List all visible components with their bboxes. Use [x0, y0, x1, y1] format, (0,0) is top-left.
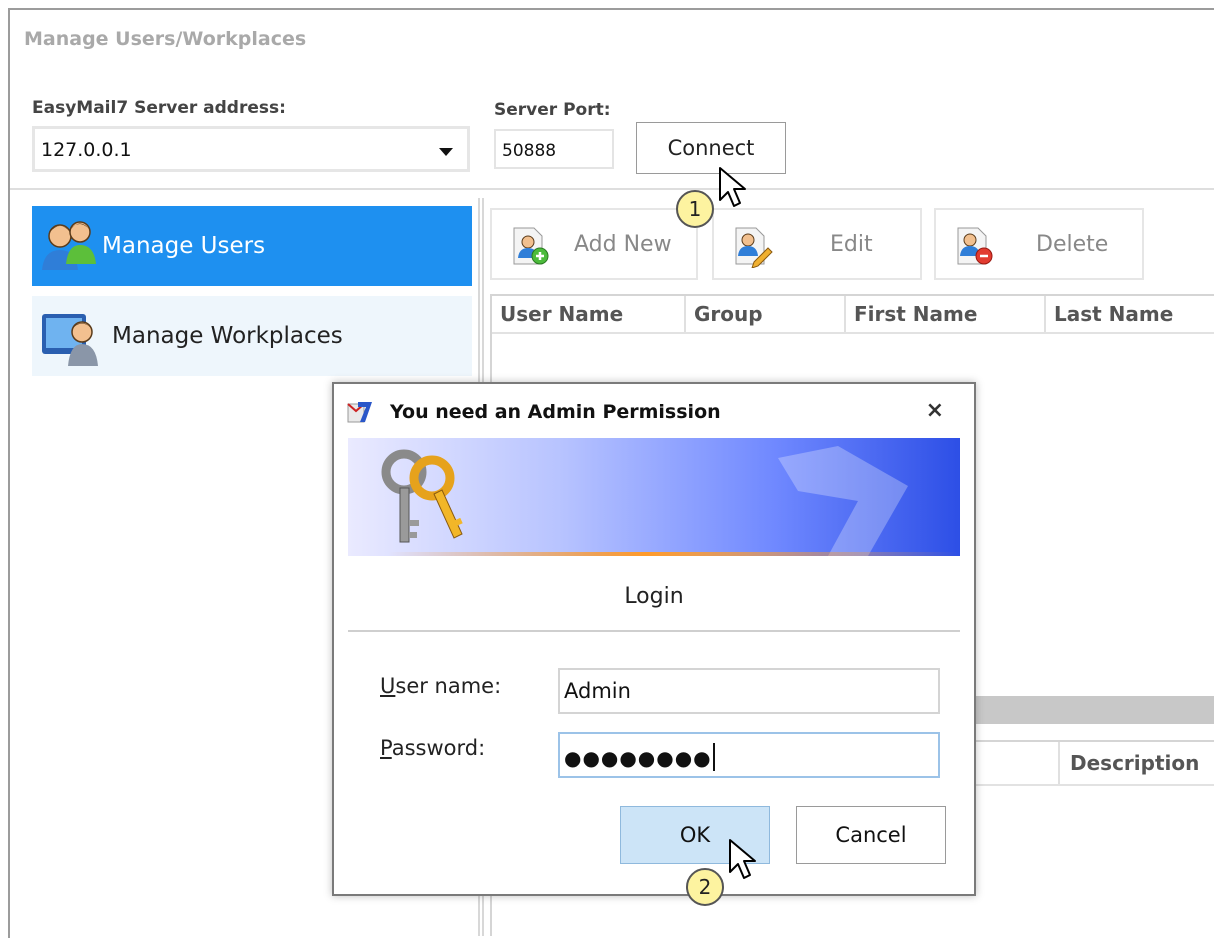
app-seven-icon	[346, 398, 376, 426]
workplace-icon	[38, 304, 102, 368]
username-mnemonic: U	[380, 674, 396, 698]
keys-icon	[370, 442, 480, 552]
username-value: Admin	[564, 679, 631, 703]
cancel-button[interactable]: Cancel	[796, 806, 946, 864]
column-header[interactable]: Group	[686, 296, 846, 332]
add-user-icon	[508, 224, 552, 268]
edit-label: Edit	[830, 232, 873, 257]
edit-button[interactable]: Edit	[712, 208, 922, 280]
server-port-input[interactable]: 50888	[494, 129, 614, 169]
column-header[interactable]: User Name	[492, 296, 686, 332]
column-header[interactable]: Last Name	[1046, 296, 1214, 332]
dropdown-arrow-icon[interactable]	[439, 148, 453, 156]
edit-user-icon	[730, 224, 774, 269]
server-port-value: 50888	[502, 141, 557, 161]
password-value: ●●●●●●●●	[564, 746, 712, 770]
step-2-badge: 2	[686, 868, 724, 906]
mouse-cursor-icon	[718, 166, 748, 210]
column-header[interactable]: First Name	[846, 296, 1046, 332]
password-input[interactable]: ●●●●●●●●	[558, 732, 940, 778]
password-mnemonic: P	[380, 736, 392, 760]
sidebar-item-label: Manage Users	[102, 233, 266, 259]
delete-label: Delete	[1036, 232, 1109, 257]
users-table-header: User Name Group First Name Last Name	[492, 296, 1214, 334]
banner-accent-line	[388, 552, 960, 556]
server-address-combo[interactable]: 127.0.0.1	[32, 126, 470, 172]
sidebar-item-manage-workplaces[interactable]: Manage Workplaces	[32, 296, 472, 376]
dialog-title: You need an Admin Permission	[390, 401, 721, 423]
server-port-label: Server Port:	[494, 100, 611, 120]
banner-watermark-icon	[748, 438, 948, 556]
delete-user-icon	[952, 224, 996, 268]
column-header[interactable]: Description	[1058, 742, 1214, 784]
dialog-banner	[348, 438, 960, 556]
username-input[interactable]: Admin	[558, 668, 940, 714]
sidebar-item-label: Manage Workplaces	[112, 323, 343, 349]
text-caret	[712, 743, 715, 771]
username-label: User name:	[380, 674, 501, 698]
close-icon[interactable]: ×	[926, 398, 944, 423]
mouse-cursor-icon	[728, 838, 758, 882]
delete-button[interactable]: Delete	[934, 208, 1144, 280]
server-address-value: 127.0.0.1	[41, 139, 132, 161]
password-label: Password:	[380, 736, 485, 760]
add-new-button[interactable]: Add New	[490, 208, 698, 280]
sidebar-item-manage-users[interactable]: Manage Users	[32, 206, 472, 286]
server-address-label: EasyMail7 Server address:	[32, 98, 286, 118]
window-title: Manage Users/Workplaces	[24, 28, 307, 50]
users-icon	[38, 214, 102, 278]
connect-button[interactable]: Connect	[636, 122, 786, 174]
add-new-label: Add New	[574, 232, 672, 257]
password-label-text: assword:	[391, 736, 486, 760]
dialog-divider	[348, 630, 960, 632]
login-heading: Login	[624, 584, 684, 609]
header-divider	[10, 188, 1214, 190]
admin-permission-dialog: You need an Admin Permission × Login Use…	[332, 382, 976, 896]
step-1-badge: 1	[676, 190, 714, 228]
username-label-text: ser name:	[395, 674, 502, 698]
